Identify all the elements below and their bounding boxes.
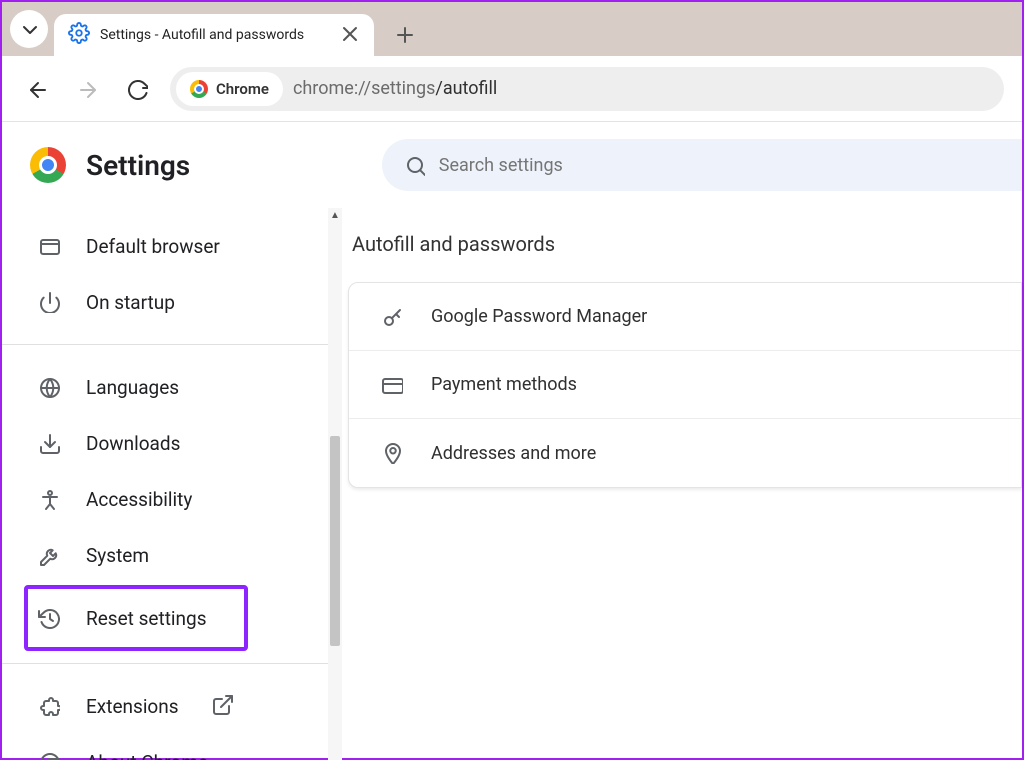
active-tab[interactable]: Settings - Autofill and passwords — [54, 14, 374, 56]
omnibox[interactable]: Chrome chrome://settings/autofill — [170, 67, 1004, 111]
search-icon — [404, 154, 425, 176]
sidebar-item-reset-settings[interactable]: Reset settings — [26, 587, 246, 649]
chrome-icon — [190, 80, 208, 98]
close-tab-button[interactable] — [338, 22, 360, 48]
close-icon — [338, 22, 360, 44]
tab-search-button[interactable] — [10, 10, 48, 48]
sidebar-scrollbar[interactable]: ▲ — [328, 208, 342, 760]
search-input[interactable] — [439, 155, 1022, 176]
new-tab-button[interactable] — [388, 18, 420, 50]
sidebar-item-label: Accessibility — [86, 488, 192, 511]
row-label: Payment methods — [431, 374, 577, 395]
row-label: Google Password Manager — [431, 306, 647, 327]
sidebar-item-on-startup[interactable]: On startup — [2, 274, 342, 330]
back-button[interactable] — [20, 72, 54, 106]
chevron-down-icon — [18, 18, 40, 40]
browser-chrome: Settings - Autofill and passwords Chrome… — [2, 2, 1022, 122]
sidebar-item-default-browser[interactable]: Default browser — [2, 218, 342, 274]
globe-icon — [36, 376, 62, 398]
power-icon — [36, 291, 62, 313]
sidebar-item-label: Downloads — [86, 432, 180, 455]
sidebar-item-label: Reset settings — [86, 607, 207, 630]
sidebar-item-downloads[interactable]: Downloads — [2, 415, 342, 471]
forward-button[interactable] — [70, 72, 104, 106]
tab-title: Settings - Autofill and passwords — [100, 27, 328, 43]
history-icon — [36, 607, 62, 629]
autofill-card: Google Password Manager Payment methods … — [348, 282, 1022, 488]
arrow-left-icon — [26, 78, 48, 100]
gear-icon — [68, 22, 90, 48]
sidebar-item-label: Default browser — [86, 235, 220, 258]
location-icon — [379, 442, 405, 464]
row-addresses[interactable]: Addresses and more — [349, 419, 1021, 487]
window-icon — [36, 235, 62, 257]
sidebar-item-label: Languages — [86, 376, 179, 399]
plus-icon — [393, 23, 415, 45]
scrollbar-thumb[interactable] — [330, 436, 340, 646]
scroll-up-icon: ▲ — [330, 210, 340, 221]
sidebar-item-label: On startup — [86, 291, 175, 314]
sidebar-separator — [2, 344, 342, 345]
page-header: Settings — [2, 122, 1022, 208]
main-content: Autofill and passwords Google Password M… — [342, 208, 1022, 760]
external-link-icon — [211, 693, 233, 720]
page-title: Settings — [86, 149, 190, 182]
row-label: Addresses and more — [431, 443, 596, 464]
arrow-right-icon — [76, 78, 98, 100]
chrome-outline-icon — [36, 751, 62, 760]
sidebar-item-label: Extensions — [86, 695, 179, 718]
accessibility-icon — [36, 488, 62, 510]
section-title: Autofill and passwords — [352, 232, 1022, 256]
sidebar-separator — [2, 663, 342, 664]
sidebar-item-languages[interactable]: Languages — [2, 359, 342, 415]
row-payment-methods[interactable]: Payment methods — [349, 351, 1021, 419]
sidebar-item-accessibility[interactable]: Accessibility — [2, 471, 342, 527]
sidebar-item-label: About Chrome — [86, 751, 208, 760]
omnibox-url: chrome://settings/autofill — [293, 78, 497, 99]
wrench-icon — [36, 544, 62, 566]
reload-icon — [126, 78, 148, 100]
row-password-manager[interactable]: Google Password Manager — [349, 283, 1021, 351]
site-chip[interactable]: Chrome — [176, 72, 283, 106]
tab-strip: Settings - Autofill and passwords — [2, 2, 1022, 56]
site-chip-label: Chrome — [216, 80, 269, 98]
sidebar-item-extensions[interactable]: Extensions — [2, 678, 342, 734]
sidebar-item-about-chrome[interactable]: About Chrome — [2, 734, 342, 760]
sidebar-item-system[interactable]: System — [2, 527, 342, 583]
sidebar-item-label: System — [86, 544, 149, 567]
extension-icon — [36, 695, 62, 717]
toolbar: Chrome chrome://settings/autofill — [2, 56, 1022, 122]
sidebar: Default browser On startup Languages Dow… — [2, 208, 342, 760]
card-icon — [379, 374, 405, 396]
download-icon — [36, 432, 62, 454]
settings-page: Settings Default browser On startup Lang — [2, 122, 1022, 758]
search-settings[interactable] — [382, 139, 1022, 191]
reload-button[interactable] — [120, 72, 154, 106]
key-icon — [379, 306, 405, 328]
chrome-logo-icon — [30, 147, 66, 183]
